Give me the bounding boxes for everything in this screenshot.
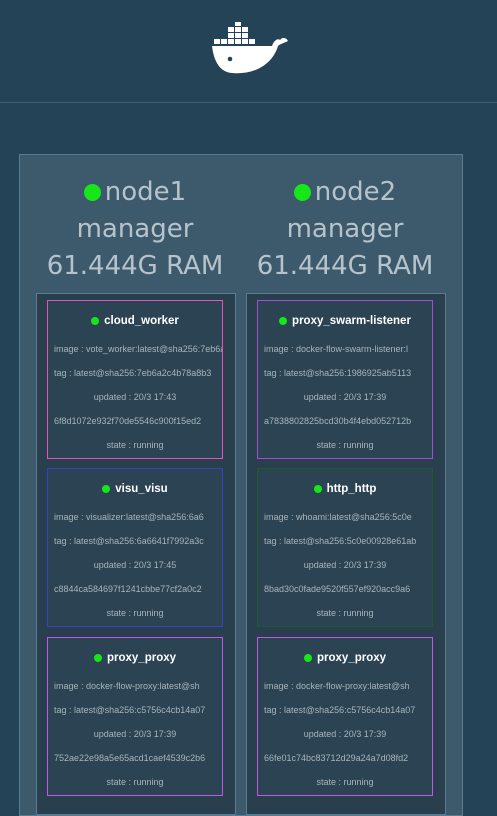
service-image: image : visualizer:latest@sha256:6a6: [54, 512, 204, 522]
status-dot-icon: [303, 654, 312, 662]
service-id: 8bad30c0fade9520f557ef920acc9a6: [264, 584, 411, 594]
service-updated: updated : 20/3 17:43: [93, 392, 177, 402]
service-image: image : vote_worker:latest@sha256:7eb6a2…: [54, 344, 222, 354]
node-role: manager: [76, 214, 194, 244]
service-name: proxy_proxy: [106, 652, 177, 664]
node-ram: 61.444G RAM: [256, 251, 434, 281]
service-name: http_http: [326, 483, 377, 495]
service-card[interactable]: cloud_worker image : vote_worker:latest@…: [47, 300, 223, 459]
node-name: node2: [314, 177, 397, 207]
service-state: state : running: [106, 608, 164, 618]
service-tag: tag : latest@sha256:7eb6a2c4b78a8b3: [54, 368, 212, 378]
service-id: 752ae22e98a5e65acd1caef4539c2b6: [54, 753, 206, 763]
service-card[interactable]: visu_visu image : visualizer:latest@sha2…: [47, 468, 223, 627]
service-name: proxy_swarm-listener: [292, 315, 411, 327]
status-dot-icon: [279, 317, 288, 325]
service-tag: tag : latest@sha256:6a6641f7992a3c: [54, 536, 204, 546]
service-state: state : running: [106, 440, 164, 450]
status-dot-icon: [313, 485, 322, 493]
service-state: state : running: [316, 440, 374, 450]
service-card[interactable]: proxy_proxy image : docker-flow-proxy:la…: [47, 637, 223, 796]
status-dot-icon: [102, 485, 111, 493]
cluster-panel: node1 manager 61.444G RAM cloud_worker i…: [19, 154, 463, 816]
service-image: image : docker-flow-swarm-listener:l: [264, 344, 409, 354]
service-card[interactable]: proxy_proxy image : docker-flow-proxy:la…: [257, 637, 433, 796]
service-state: state : running: [316, 777, 374, 787]
status-dot-icon: [91, 317, 100, 325]
node-header: node1 manager 61.444G RAM: [30, 155, 240, 285]
service-updated: updated : 20/3 17:39: [303, 560, 387, 570]
status-dot-icon: [83, 184, 101, 201]
docker-whale-icon: [212, 22, 288, 74]
service-id: a7838802825bcd30b4f4ebd052712b: [264, 416, 412, 426]
status-dot-icon: [93, 654, 102, 662]
service-name: cloud_worker: [104, 315, 179, 327]
service-image: image : whoami:latest@sha256:5c0e: [264, 512, 412, 522]
status-dot-icon: [293, 184, 311, 201]
service-id: c8844ca584697f1241cbbe77cf2a0c2: [54, 584, 202, 594]
node-role: manager: [286, 214, 404, 244]
service-id: 66fe01c74bc83712d29a24a7d08fd2: [264, 753, 409, 763]
node-ram: 61.444G RAM: [46, 251, 224, 281]
node-name: node1: [104, 177, 187, 207]
service-name: proxy_proxy: [316, 652, 387, 664]
service-image: image : docker-flow-proxy:latest@sh: [264, 681, 410, 691]
service-image: image : docker-flow-proxy:latest@sh: [54, 681, 200, 691]
node-column: node1 manager 61.444G RAM cloud_worker i…: [30, 155, 240, 815]
service-name: visu_visu: [115, 483, 168, 495]
node-header: node2 manager 61.444G RAM: [240, 155, 450, 285]
service-updated: updated : 20/3 17:39: [93, 729, 177, 739]
service-card[interactable]: proxy_swarm-listener image : docker-flow…: [257, 300, 433, 459]
service-state: state : running: [106, 777, 164, 787]
header: [0, 0, 497, 103]
service-card[interactable]: http_http image : whoami:latest@sha256:5…: [257, 468, 433, 627]
service-tag: tag : latest@sha256:1986925ab5113: [264, 368, 412, 378]
service-updated: updated : 20/3 17:39: [303, 729, 387, 739]
service-updated: updated : 20/3 17:39: [303, 392, 387, 402]
service-tag: tag : latest@sha256:c5756c4cb14a07: [264, 705, 416, 715]
service-updated: updated : 20/3 17:45: [93, 560, 177, 570]
node-column: node2 manager 61.444G RAM proxy_swarm-li…: [240, 155, 450, 815]
services-list: cloud_worker image : vote_worker:latest@…: [36, 293, 236, 815]
services-list: proxy_swarm-listener image : docker-flow…: [246, 293, 446, 815]
service-id: 6f8d1072e932f70de5546c900f15ed2: [54, 416, 202, 426]
service-state: state : running: [316, 608, 374, 618]
service-tag: tag : latest@sha256:c5756c4cb14a07: [54, 705, 206, 715]
service-tag: tag : latest@sha256:5c0e00928e61ab: [264, 536, 417, 546]
